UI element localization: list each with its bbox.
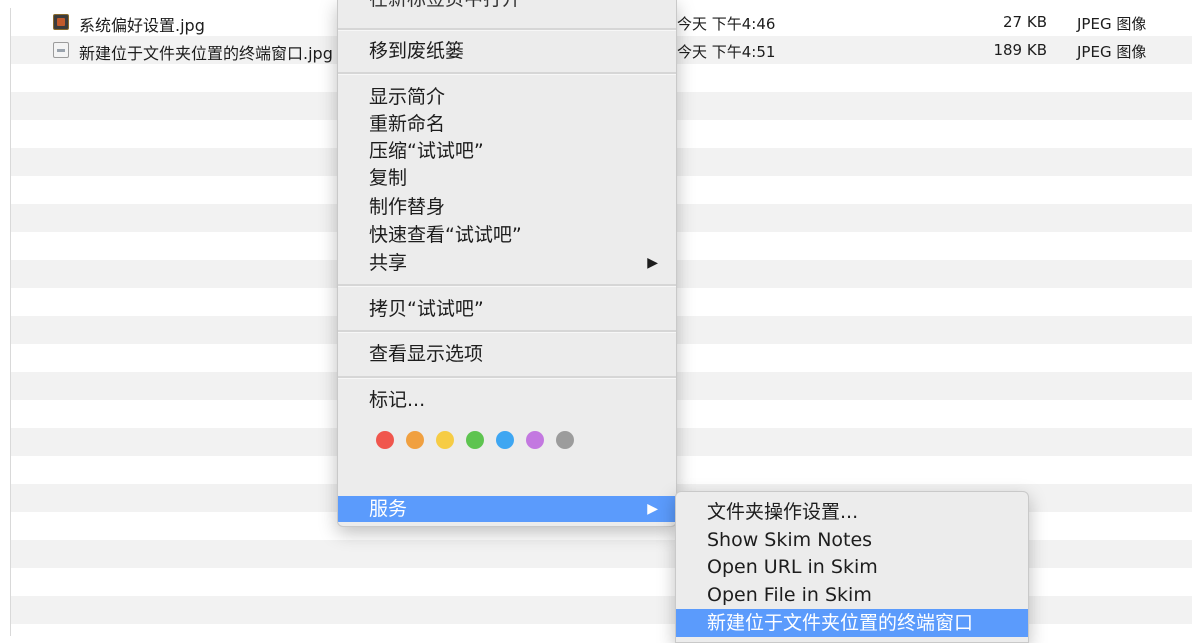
- menu-item-compress[interactable]: 压缩“试试吧”: [338, 138, 676, 164]
- prefs-thumbnail-icon: [53, 14, 69, 30]
- file-name: 系统偏好设置.jpg: [79, 16, 205, 35]
- submenu-arrow-icon: ▶: [647, 501, 658, 517]
- menu-item-move-to-trash[interactable]: 移到废纸篓: [338, 38, 676, 64]
- file-size: 189 KB: [993, 41, 1047, 59]
- menu-separator: [338, 284, 676, 287]
- image-thumbnail-icon: [53, 42, 69, 58]
- menu-item-services[interactable]: 服务 ▶: [338, 496, 676, 522]
- menu-item-duplicate[interactable]: 复制: [338, 165, 676, 191]
- menu-item-services-label: 服务: [369, 498, 408, 520]
- menu-item-copy[interactable]: 拷贝“试试吧”: [338, 296, 676, 322]
- menu-item-rename[interactable]: 重新命名: [338, 111, 676, 137]
- file-name: 新建位于文件夹位置的终端窗口.jpg: [79, 44, 333, 63]
- file-kind: JPEG 图像: [1077, 43, 1147, 61]
- tag-gray-dot[interactable]: [556, 431, 574, 449]
- tag-red-dot[interactable]: [376, 431, 394, 449]
- file-date: 今天 下午4:46: [677, 15, 776, 33]
- service-item-show-skim-notes[interactable]: Show Skim Notes: [676, 526, 1028, 554]
- tag-purple-dot[interactable]: [526, 431, 544, 449]
- menu-item-share[interactable]: 共享 ▶: [338, 250, 676, 276]
- menu-item-share-label: 共享: [369, 252, 408, 274]
- menu-item-get-info[interactable]: 显示简介: [338, 84, 676, 110]
- menu-item-tags[interactable]: 标记...: [338, 387, 676, 413]
- menu-separator: [338, 376, 676, 379]
- service-item-new-terminal-at-folder[interactable]: 新建位于文件夹位置的终端窗口: [676, 609, 1028, 637]
- menu-separator: [338, 28, 676, 31]
- service-item-folder-actions[interactable]: 文件夹操作设置...: [676, 498, 1028, 526]
- menu-separator: [338, 72, 676, 75]
- tag-green-dot[interactable]: [466, 431, 484, 449]
- menu-item-show-view-options[interactable]: 查看显示选项: [338, 341, 676, 367]
- file-date: 今天 下午4:51: [677, 43, 776, 61]
- menu-item-open-in-new-tab[interactable]: 在新标签页中打开: [338, 0, 676, 12]
- menu-item-make-alias[interactable]: 制作替身: [338, 194, 676, 220]
- tag-color-row: [376, 431, 586, 449]
- menu-item-quick-look[interactable]: 快速查看“试试吧”: [338, 222, 676, 248]
- services-submenu: 文件夹操作设置... Show Skim Notes Open URL in S…: [675, 491, 1029, 643]
- tag-yellow-dot[interactable]: [436, 431, 454, 449]
- tag-blue-dot[interactable]: [496, 431, 514, 449]
- menu-separator: [338, 330, 676, 333]
- context-menu: 在新标签页中打开 移到废纸篓 显示简介 重新命名 压缩“试试吧” 复制 制作替身…: [337, 0, 677, 527]
- file-size: 27 KB: [1003, 13, 1047, 31]
- submenu-arrow-icon: ▶: [647, 255, 658, 271]
- file-kind: JPEG 图像: [1077, 15, 1147, 33]
- tag-orange-dot[interactable]: [406, 431, 424, 449]
- service-item-open-file-in-skim[interactable]: Open File in Skim: [676, 581, 1028, 609]
- service-item-open-url-in-skim[interactable]: Open URL in Skim: [676, 553, 1028, 581]
